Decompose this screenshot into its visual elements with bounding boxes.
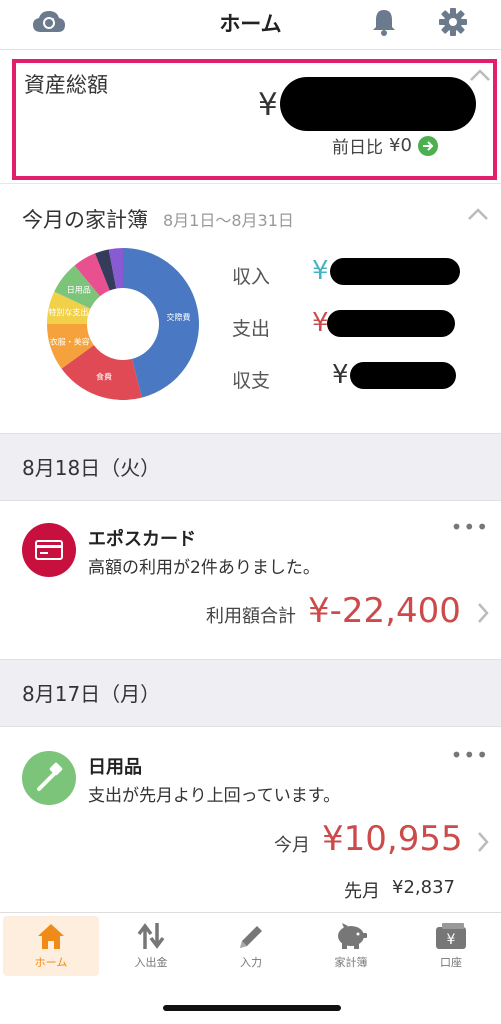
income-currency: ¥ <box>312 256 329 286</box>
chevron-right-icon[interactable] <box>477 602 489 628</box>
tab-label: 入力 <box>240 956 262 969</box>
chevron-up-icon[interactable] <box>467 206 489 225</box>
date-label: 8月17日（月） <box>22 682 161 706</box>
tab-household-budget[interactable]: 家計簿 <box>303 916 399 976</box>
card-title: エポスカード <box>88 529 196 550</box>
amount-caption: 今月 <box>274 835 310 856</box>
monthly-budget-section: 今月の家計簿 8月1日〜8月31日 交際費 食費 衣服・美容 特別な支出 日用品 収入 … <box>0 183 501 433</box>
tab-label: 家計簿 <box>334 956 368 969</box>
total-assets-card[interactable]: 資産総額 ¥ 前日比 ¥0 <box>12 59 497 180</box>
redacted-expense <box>327 310 455 337</box>
toothbrush-icon <box>22 751 76 805</box>
notification-card[interactable]: エポスカード 高額の利用が2件ありました。 ••• 利用額合計 ¥-22,400 <box>0 501 501 659</box>
total-assets-currency: ¥ <box>258 87 278 123</box>
balance-label: 収支 <box>232 370 271 392</box>
donut-slice-label: 交際費 <box>167 312 191 322</box>
date-label: 8月18日（火） <box>22 456 161 480</box>
donut-slice-label: 特別な支出 <box>48 307 88 317</box>
arrow-right-icon[interactable] <box>417 135 438 156</box>
amount-value: ¥-22,400 <box>308 591 461 631</box>
card-message: 高額の利用が2件ありました。 <box>88 558 320 578</box>
piggy-bank-icon <box>303 916 399 950</box>
tab-accounts[interactable]: ¥ 口座 <box>403 916 499 976</box>
donut-slice-label: 日用品 <box>67 286 91 295</box>
redacted-amount <box>280 77 476 131</box>
page-title: ホーム <box>219 12 282 36</box>
chevron-up-icon[interactable] <box>469 67 491 86</box>
home-icon <box>3 916 99 950</box>
bell-icon[interactable] <box>367 7 401 37</box>
card-title: 日用品 <box>88 757 142 778</box>
daily-change: 前日比 ¥0 <box>332 133 438 158</box>
tab-input[interactable]: 入力 <box>203 916 299 976</box>
redacted-income <box>330 258 460 285</box>
chevron-right-icon[interactable] <box>477 831 489 857</box>
expense-label: 支出 <box>232 318 271 340</box>
card-message: 支出が先月より上回っています。 <box>88 786 341 806</box>
pencil-icon <box>203 916 299 950</box>
tab-home[interactable]: ホーム <box>3 916 99 976</box>
previous-month-value: ¥2,837 <box>392 877 455 898</box>
tab-transactions[interactable]: 入出金 <box>103 916 199 976</box>
total-assets-label: 資産総額 <box>24 73 108 97</box>
daily-change-label: 前日比 <box>332 138 383 158</box>
budget-title: 今月の家計簿 <box>22 208 148 232</box>
notification-card[interactable]: 日用品 支出が先月より上回っています。 ••• 今月 ¥10,955 先月 ¥2… <box>0 727 501 912</box>
income-label: 収入 <box>232 266 271 288</box>
tab-label: 口座 <box>440 956 462 969</box>
home-indicator <box>163 1005 341 1011</box>
donut-slice-label: 衣服・美容 <box>50 336 90 346</box>
more-options-icon[interactable]: ••• <box>451 743 489 767</box>
daily-change-value: ¥0 <box>389 135 412 156</box>
donut-slice-label: 食費 <box>96 372 112 382</box>
amount-caption: 利用額合計 <box>206 606 296 627</box>
svg-text:¥: ¥ <box>447 932 456 948</box>
date-header: 8月18日（火） <box>0 433 501 501</box>
tab-label: 入出金 <box>134 956 168 969</box>
amount-value: ¥10,955 <box>322 819 463 859</box>
more-options-icon[interactable]: ••• <box>451 515 489 539</box>
previous-month-label: 先月 <box>344 881 380 902</box>
budget-range: 8月1日〜8月31日 <box>163 211 294 230</box>
app-header: ホーム <box>0 0 501 50</box>
tab-label: ホーム <box>34 956 68 969</box>
credit-card-icon <box>22 523 76 577</box>
transfer-arrows-icon <box>103 916 199 950</box>
balance-currency: ¥ <box>332 360 349 390</box>
expense-donut-chart[interactable]: 交際費食費 衣服・美容 特別な支出 日用品 <box>46 247 200 401</box>
gear-icon[interactable] <box>436 7 470 37</box>
redacted-balance <box>350 362 456 389</box>
date-header: 8月17日（月） <box>0 659 501 727</box>
wallet-icon: ¥ <box>403 916 499 950</box>
